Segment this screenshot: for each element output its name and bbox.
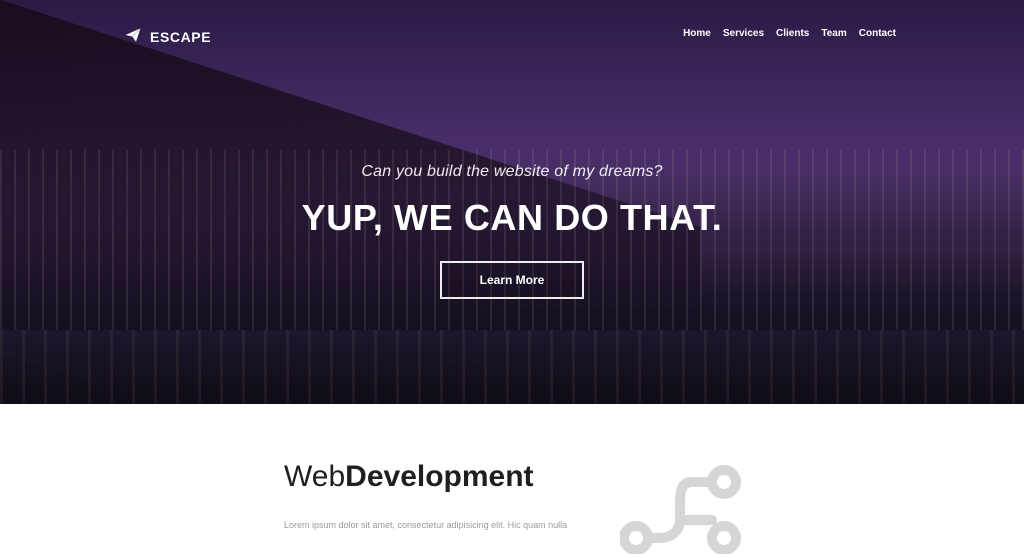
learn-more-button[interactable]: Learn More bbox=[440, 261, 584, 299]
connection-nodes-icon bbox=[619, 464, 760, 555]
services-section: WebDevelopment Lorem ipsum dolor sit ame… bbox=[0, 404, 1024, 555]
section-title: WebDevelopment bbox=[284, 460, 534, 494]
section-body-text: Lorem ipsum dolor sit amet, consectetur … bbox=[284, 520, 568, 530]
hero-kicker: Can you build the website of my dreams? bbox=[361, 163, 663, 180]
hero-content: Can you build the website of my dreams? … bbox=[0, 0, 1024, 404]
hero-headline: YUP, WE CAN DO THAT. bbox=[301, 197, 723, 238]
section-title-light: Web bbox=[284, 460, 346, 493]
hero: ESCAPE Home Services Clients Team Contac… bbox=[0, 0, 1024, 404]
section-title-bold: Development bbox=[345, 460, 534, 493]
